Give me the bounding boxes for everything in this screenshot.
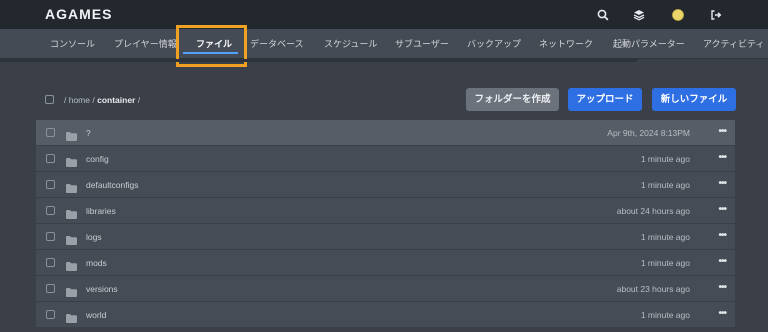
file-name[interactable]: mods: [86, 258, 107, 268]
file-modified: 1 minute ago: [640, 310, 690, 320]
new-file-button[interactable]: 新しいファイル: [652, 88, 736, 111]
tab-console[interactable]: コンソール: [50, 37, 95, 50]
file-row[interactable]: config 1 minute ago •••: [36, 146, 735, 172]
tab-schedules[interactable]: スケジュール: [324, 37, 377, 50]
file-row[interactable]: defaultconfigs 1 minute ago •••: [36, 172, 735, 198]
file-modified: 1 minute ago: [640, 232, 690, 242]
file-modified: 1 minute ago: [640, 154, 690, 164]
file-row[interactable]: world 1 minute ago •••: [36, 302, 735, 328]
row-checkbox[interactable]: [46, 310, 55, 319]
breadcrumb-suffix: /: [137, 95, 141, 105]
logout-icon[interactable]: [708, 7, 724, 23]
row-checkbox[interactable]: [46, 206, 55, 215]
folder-icon: [66, 284, 77, 297]
create-folder-button[interactable]: フォルダーを作成: [466, 88, 559, 111]
row-checkbox[interactable]: [46, 128, 55, 137]
more-options-icon[interactable]: •••: [718, 256, 726, 267]
row-checkbox[interactable]: [46, 284, 55, 293]
brand-logo[interactable]: AGAMES: [45, 6, 112, 22]
file-modified: 1 minute ago: [640, 258, 690, 268]
folder-icon: [66, 180, 77, 193]
top-bar: AGAMES: [0, 0, 768, 29]
upload-button[interactable]: アップロード: [568, 88, 642, 111]
select-all-checkbox[interactable]: [45, 95, 54, 104]
more-options-icon[interactable]: •••: [718, 308, 726, 319]
row-checkbox[interactable]: [46, 154, 55, 163]
file-name[interactable]: versions: [86, 284, 118, 294]
search-icon[interactable]: [595, 7, 611, 23]
more-options-icon[interactable]: •••: [718, 152, 726, 163]
more-options-icon[interactable]: •••: [718, 230, 726, 241]
folder-icon: [66, 206, 77, 219]
file-modified: about 23 hours ago: [616, 284, 690, 294]
tab-databases[interactable]: データベース: [250, 37, 304, 50]
more-options-icon[interactable]: •••: [718, 204, 726, 215]
breadcrumb-current: container: [97, 95, 136, 105]
nav-scrollbar[interactable]: [0, 59, 638, 62]
file-row[interactable]: versions about 23 hours ago •••: [36, 276, 735, 302]
tab-subusers[interactable]: サブユーザー: [395, 37, 449, 50]
file-modified: Apr 9th, 2024 8:13PM: [607, 128, 690, 138]
file-name[interactable]: defaultconfigs: [86, 180, 138, 190]
avatar[interactable]: [670, 7, 686, 23]
file-name[interactable]: ?: [86, 128, 91, 138]
file-name[interactable]: world: [86, 310, 106, 320]
folder-icon: [66, 258, 77, 271]
file-name[interactable]: logs: [86, 232, 102, 242]
breadcrumb: / home / container /: [64, 95, 140, 105]
folder-icon: [66, 154, 77, 167]
folder-icon: [66, 232, 77, 245]
tab-players[interactable]: プレイヤー情報: [114, 37, 177, 50]
file-row[interactable]: ? Apr 9th, 2024 8:13PM •••: [36, 120, 735, 146]
tab-startup[interactable]: 起動パラメーター: [613, 37, 685, 50]
row-checkbox[interactable]: [46, 180, 55, 189]
row-checkbox[interactable]: [46, 232, 55, 241]
file-name[interactable]: libraries: [86, 206, 116, 216]
tab-network[interactable]: ネットワーク: [539, 37, 593, 50]
tab-backups[interactable]: バックアップ: [467, 37, 521, 50]
file-row[interactable]: logs 1 minute ago •••: [36, 224, 735, 250]
more-options-icon[interactable]: •••: [718, 178, 726, 189]
tab-activity[interactable]: アクティビティ: [703, 37, 764, 50]
row-checkbox[interactable]: [46, 258, 55, 267]
breadcrumb-home[interactable]: / home /: [64, 95, 95, 105]
file-name[interactable]: config: [86, 154, 109, 164]
folder-icon: [66, 310, 77, 323]
server-nav: コンソール プレイヤー情報 ファイル データベース スケジュール サブユーザー …: [0, 29, 768, 59]
folder-icon: [66, 128, 77, 141]
layers-icon[interactable]: [631, 7, 647, 23]
file-row[interactable]: libraries about 24 hours ago •••: [36, 198, 735, 224]
file-row[interactable]: mods 1 minute ago •••: [36, 250, 735, 276]
file-modified: about 24 hours ago: [616, 206, 690, 216]
file-modified: 1 minute ago: [640, 180, 690, 190]
more-options-icon[interactable]: •••: [718, 282, 726, 293]
more-options-icon[interactable]: •••: [718, 126, 726, 137]
